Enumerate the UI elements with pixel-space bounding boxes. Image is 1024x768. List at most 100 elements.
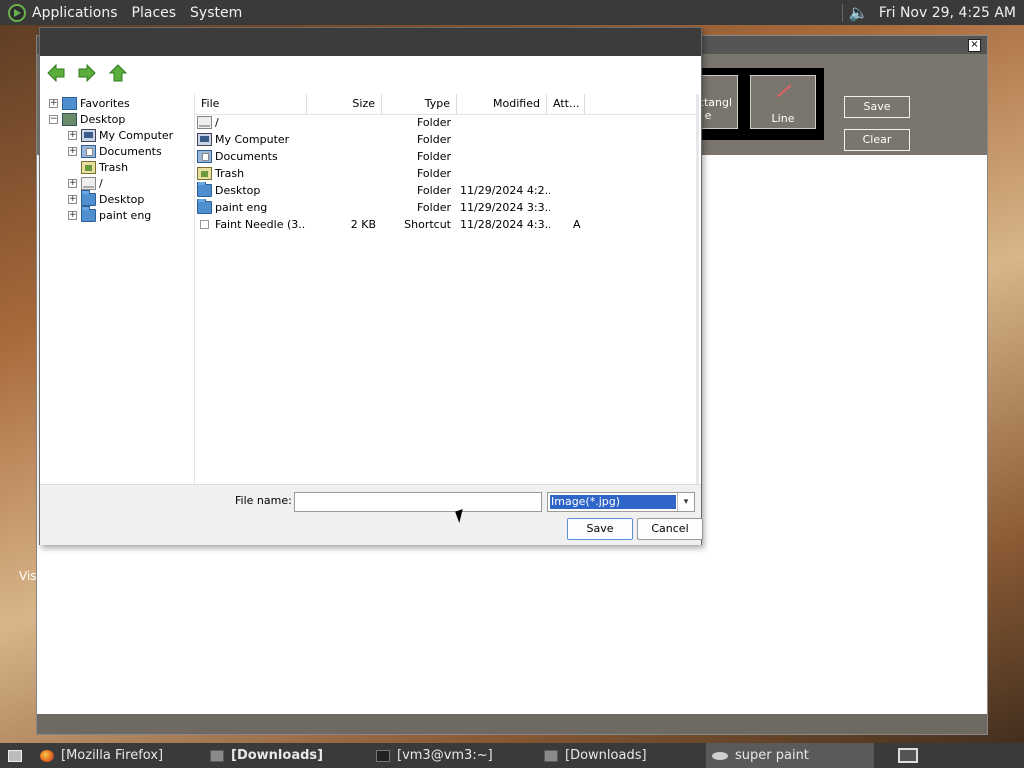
file-attributes — [573, 199, 587, 216]
file-list-scrollbar[interactable] — [696, 94, 699, 484]
taskbar-item-downloads[interactable]: [Downloads] — [204, 743, 366, 768]
file-name: Documents — [215, 150, 278, 163]
tree-item-desktop[interactable]: + Desktop — [68, 189, 145, 207]
folder-icon — [210, 749, 224, 762]
tree-item-documents[interactable]: + Documents — [68, 143, 162, 159]
file-type: Folder — [417, 201, 451, 214]
column-header-type[interactable]: Type — [382, 94, 457, 114]
filename-label: File name: — [235, 494, 292, 507]
tree-item-label: Desktop — [99, 192, 145, 206]
file-row[interactable]: My Computer Folder — [195, 131, 699, 148]
file-row[interactable]: Trash Folder — [195, 165, 699, 182]
shortcut-icon — [200, 220, 209, 229]
file-size — [307, 182, 376, 199]
computer-icon — [197, 133, 212, 146]
up-arrow-icon[interactable] — [109, 64, 127, 82]
tree-item-desktop-root[interactable]: − Desktop — [49, 111, 125, 127]
taskbar-item-terminal[interactable]: [vm3@vm3:~] — [370, 743, 534, 768]
file-modified — [460, 165, 550, 182]
menu-applications[interactable]: Applications — [32, 5, 118, 21]
line-tool-label: Line — [771, 112, 795, 125]
clock[interactable]: Fri Nov 29, 4:25 AM — [879, 5, 1016, 21]
tree-item-paint-eng[interactable]: + paint eng — [68, 205, 152, 223]
file-name: Faint Needle (3... — [215, 218, 305, 231]
tree-item-label: paint eng — [99, 208, 152, 222]
file-row[interactable]: Documents Folder — [195, 148, 699, 165]
file-name: paint eng — [215, 201, 268, 214]
taskbar-item-super-paint[interactable]: super paint — [706, 743, 874, 768]
paint-clear-button[interactable]: Clear — [844, 129, 910, 151]
file-row[interactable]: paint eng Folder 11/29/2024 3:3... — [195, 199, 699, 216]
tree-item-label: Favorites — [80, 96, 130, 110]
trash-icon — [197, 167, 212, 180]
expand-icon[interactable]: + — [68, 210, 77, 220]
dialog-titlebar[interactable] — [40, 28, 701, 56]
file-type: Folder — [417, 184, 451, 197]
column-header-attributes[interactable]: Att... — [547, 94, 585, 114]
terminal-icon — [376, 749, 390, 762]
show-desktop-button[interactable] — [2, 743, 24, 768]
column-header-size[interactable]: Size — [307, 94, 382, 114]
taskbar-item-firefox[interactable]: [Mozilla Firefox] — [34, 743, 200, 768]
file-type: Shortcut — [404, 218, 451, 231]
line-tool-button[interactable]: Line — [750, 75, 816, 129]
expand-icon[interactable]: + — [68, 146, 77, 156]
folder-tree: + Favorites − Desktop + My Computer + Do… — [40, 94, 193, 484]
column-header-modified[interactable]: Modified — [457, 94, 547, 114]
save-file-dialog: + Favorites − Desktop + My Computer + Do… — [39, 27, 703, 545]
expand-icon[interactable]: + — [49, 98, 58, 108]
close-icon[interactable]: × — [968, 39, 981, 52]
menu-places[interactable]: Places — [132, 5, 177, 21]
file-modified — [460, 131, 550, 148]
filename-input[interactable] — [294, 492, 542, 512]
file-size — [307, 148, 376, 165]
desktop-label-fragment: Vis — [19, 569, 37, 583]
chevron-down-icon[interactable]: ▾ — [677, 493, 694, 511]
tree-item-trash[interactable]: Trash — [68, 159, 128, 175]
taskbar-item-label: [vm3@vm3:~] — [397, 748, 493, 763]
dialog-nav-toolbar — [40, 56, 701, 94]
dialog-footer: File name: Image(*.jpg) ▾ Save Cancel — [40, 484, 703, 545]
tree-item-label: / — [99, 176, 103, 190]
back-arrow-icon[interactable] — [47, 64, 65, 82]
paint-save-button[interactable]: Save — [844, 96, 910, 118]
taskbar-item-downloads-2[interactable]: [Downloads] — [538, 743, 702, 768]
file-size — [307, 114, 376, 131]
speaker-icon[interactable]: 🔈 — [849, 3, 869, 22]
file-name: / — [215, 116, 219, 129]
column-header-file[interactable]: File — [195, 94, 307, 114]
filetype-selected-value: Image(*.jpg) — [550, 495, 676, 509]
tree-item-my-computer[interactable]: + My Computer — [68, 127, 173, 143]
expand-icon[interactable]: + — [68, 130, 77, 140]
forward-arrow-icon[interactable] — [78, 64, 96, 82]
collapse-icon[interactable]: − — [49, 114, 58, 124]
file-row[interactable]: / Folder — [195, 114, 699, 131]
file-modified: 11/29/2024 3:3... — [460, 201, 550, 214]
tree-item-favorites[interactable]: + Favorites — [49, 95, 130, 111]
workspace-icon — [898, 748, 918, 763]
filetype-dropdown[interactable]: Image(*.jpg) ▾ — [547, 492, 695, 512]
folder-icon — [81, 189, 96, 206]
top-panel: Applications Places System 🔈 Fri Nov 29,… — [0, 0, 1024, 25]
menu-system[interactable]: System — [190, 5, 242, 21]
file-row[interactable]: Faint Needle (3... 2 KB Shortcut 11/28/2… — [195, 216, 699, 233]
folder-icon — [62, 96, 77, 110]
file-row[interactable]: Desktop Folder 11/29/2024 4:2... — [195, 182, 699, 199]
documents-icon — [197, 150, 212, 163]
paint-icon — [712, 751, 728, 760]
distro-logo-icon[interactable] — [8, 3, 26, 22]
folder-icon — [197, 182, 212, 197]
save-button[interactable]: Save — [567, 518, 633, 540]
tree-item-label: Trash — [99, 160, 129, 174]
line-tool-icon — [776, 84, 792, 98]
expand-icon[interactable]: + — [68, 178, 77, 188]
cancel-button[interactable]: Cancel — [637, 518, 703, 540]
file-size: 2 KB — [350, 218, 376, 231]
file-modified: 11/29/2024 4:2... — [460, 184, 550, 197]
expand-icon[interactable]: + — [68, 194, 77, 204]
file-attributes — [573, 114, 587, 131]
computer-icon — [81, 128, 96, 142]
workspace-switcher[interactable] — [892, 743, 924, 768]
file-type: Folder — [417, 150, 451, 163]
